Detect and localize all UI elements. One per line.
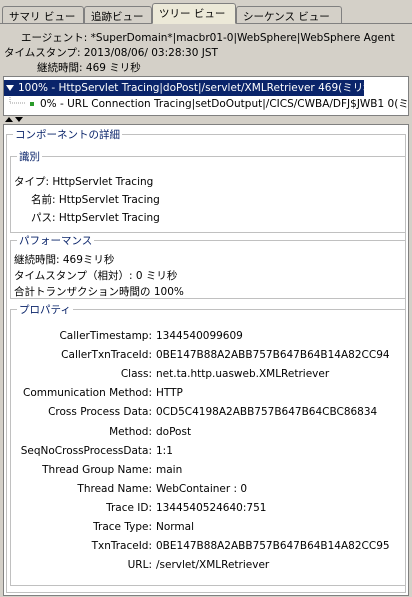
- pane-splitter[interactable]: [3, 117, 409, 123]
- collapse-up-icon[interactable]: [5, 117, 13, 122]
- property-label: Thread Name:: [77, 483, 152, 495]
- property-row: Class: net.ta.http.uasweb.XMLRetriever: [4, 368, 404, 382]
- duration-label: 継続時間:: [37, 62, 86, 74]
- property-value: 0BE147B88A2ABB757B647B64B14A82CC95: [156, 540, 390, 552]
- leaf-node-icon: [30, 101, 34, 106]
- agent-line: エージェント: *SuperDomain*|macbr01-0|WebSpher…: [21, 30, 395, 45]
- property-value: /servlet/XMLRetriever: [156, 559, 270, 571]
- property-value: HTTP: [156, 387, 183, 399]
- tab-trace-view[interactable]: 追跡ビュー: [84, 6, 152, 24]
- agent-label: エージェント:: [21, 32, 91, 44]
- call-tree[interactable]: 100% - HttpServlet Tracing|doPost|/servl…: [3, 76, 409, 116]
- property-value: 1:1: [156, 445, 173, 457]
- property-value: net.ta.http.uasweb.XMLRetriever: [156, 368, 330, 380]
- property-label: Cross Process Data:: [48, 406, 152, 418]
- property-label: Communication Method:: [22, 387, 152, 399]
- duration-value: 469 ミリ秒: [85, 62, 141, 74]
- property-row: Method: doPost: [4, 426, 404, 440]
- property-value: main: [156, 464, 183, 476]
- property-row: Thread Name: WebContainer : 0: [4, 483, 404, 497]
- property-row: CallerTimestamp: 1344540099609: [4, 330, 404, 344]
- tree-row-label: 100% - HttpServlet Tracing|doPost|/servl…: [18, 82, 374, 94]
- property-value: 1344540099609: [156, 330, 243, 342]
- property-value: doPost: [156, 426, 192, 438]
- tab-sequence-view[interactable]: シーケンス ビュー: [236, 6, 342, 24]
- property-row: SeqNoCrossProcessData: 1:1: [4, 445, 404, 459]
- property-value: 1344540524640:751: [156, 502, 267, 514]
- tree-row-url-connection[interactable]: 0% - URL Connection Tracing|setDoOutput|…: [30, 96, 409, 112]
- property-row: Communication Method: HTTP: [4, 387, 404, 401]
- property-label: Thread Group Name:: [42, 464, 152, 476]
- property-value: 0BE147B88A2ABB757B647B64B14A82CC94: [156, 349, 390, 361]
- timestamp-line: タイムスタンプ: 2013/08/06/ 03:28:30 JST: [4, 45, 218, 60]
- property-value: Normal: [156, 521, 194, 533]
- property-label: TxnTraceId:: [91, 540, 152, 552]
- property-label: Class:: [120, 368, 152, 380]
- property-label: CallerTxnTraceId:: [61, 349, 152, 361]
- property-value: 0CD5C4198A2ABB757B647B64CBC86834: [156, 406, 378, 418]
- property-row: Trace ID: 1344540524640:751: [4, 502, 404, 516]
- property-label: Trace ID:: [106, 502, 152, 514]
- tab-tree-view[interactable]: ツリー ビュー: [152, 3, 236, 24]
- property-row: Trace Type: Normal: [4, 521, 404, 535]
- timestamp-value: 2013/08/06/ 03:28:30 JST: [83, 47, 218, 59]
- duration-line: 継続時間: 469 ミリ秒: [37, 60, 141, 75]
- tree-row-httpservlet[interactable]: 100% - HttpServlet Tracing|doPost|/servl…: [4, 80, 374, 96]
- property-label: URL:: [127, 559, 152, 571]
- property-row: Thread Group Name: main: [4, 464, 404, 478]
- property-value: WebContainer : 0: [156, 483, 248, 495]
- property-row: URL: /servlet/XMLRetriever: [4, 559, 404, 573]
- property-row: Cross Process Data: 0CD5C4198A2ABB757B647…: [4, 406, 404, 420]
- view-tab-bar: サマリ ビュー 追跡ビュー ツリー ビュー シーケンス ビュー: [0, 0, 412, 24]
- tab-summary-view[interactable]: サマリ ビュー: [2, 6, 84, 24]
- property-label: Trace Type:: [93, 521, 152, 533]
- property-label: SeqNoCrossProcessData:: [20, 445, 152, 457]
- tree-row-label: 0% - URL Connection Tracing|setDoOutput|…: [40, 98, 409, 110]
- timestamp-label: タイムスタンプ:: [4, 47, 84, 59]
- property-label: Method:: [109, 426, 152, 438]
- property-row: CallerTxnTraceId: 0BE147B88A2ABB757B647B6…: [4, 349, 404, 363]
- agent-value: *SuperDomain*|macbr01-0|WebSphere|WebSph…: [90, 32, 395, 44]
- property-label: CallerTimestamp:: [59, 330, 152, 342]
- component-details-panel: コンポーネントの詳細 識別 タイプ: HttpServlet Tracing 名…: [3, 124, 409, 596]
- expand-down-icon[interactable]: [15, 117, 23, 122]
- property-row: TxnTraceId: 0BE147B88A2ABB757B647B64B14A8…: [4, 540, 404, 554]
- expanded-triangle-icon[interactable]: [6, 85, 14, 91]
- properties-list: CallerTimestamp: 1344540099609 CallerTxnT…: [4, 125, 404, 595]
